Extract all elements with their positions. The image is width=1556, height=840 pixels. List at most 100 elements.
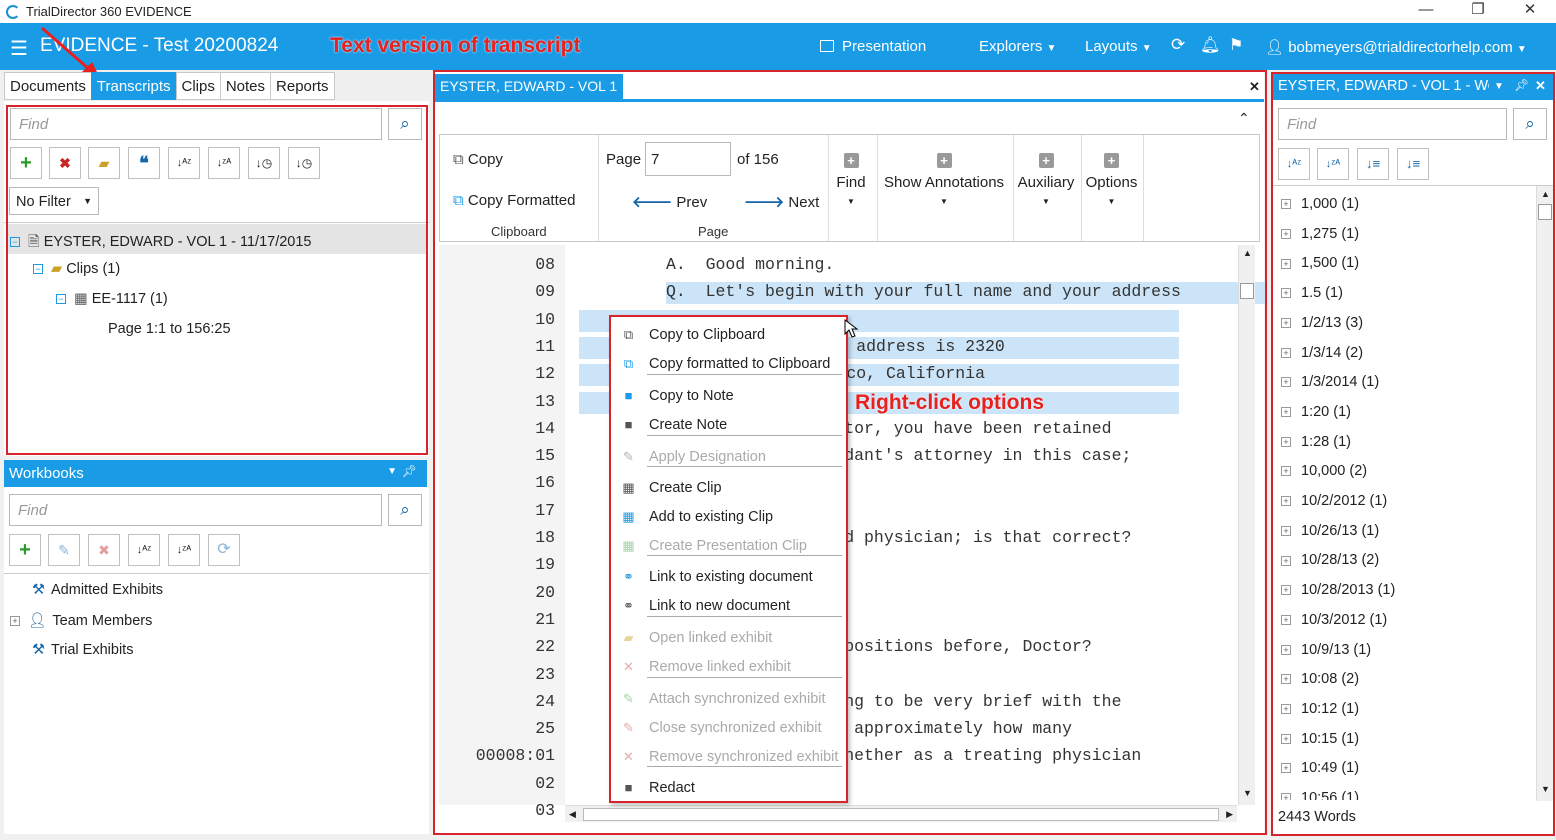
- expand-icon[interactable]: +: [1281, 496, 1291, 507]
- expand-icon[interactable]: +: [1281, 763, 1291, 774]
- prev-page-button[interactable]: 🡐 Prev: [632, 192, 707, 211]
- sort-date-desc-icon[interactable]: ↓◷: [288, 147, 320, 179]
- transcripts-search-input[interactable]: Find: [10, 108, 382, 140]
- scroll-thumb[interactable]: [583, 808, 1219, 821]
- word-item[interactable]: +1/2/13 (3): [1281, 315, 1363, 331]
- add-icon[interactable]: +: [9, 534, 41, 566]
- scroll-thumb[interactable]: [1538, 204, 1552, 220]
- context-menu-item[interactable]: ⧉ Copy to Clipboard: [611, 321, 846, 349]
- collapse-icon[interactable]: −: [33, 264, 43, 275]
- context-menu-item[interactable]: ⚭ Link to existing document: [611, 563, 846, 591]
- caret-down-icon[interactable]: ▼: [387, 466, 397, 477]
- edit-icon[interactable]: ✎: [48, 534, 80, 566]
- expand-icon[interactable]: +: [1281, 614, 1291, 625]
- auxiliary-button[interactable]: + Auxiliary ▼: [1016, 153, 1076, 208]
- close-tab-icon[interactable]: ✕: [1249, 79, 1260, 95]
- collapse-ribbon-icon[interactable]: ⌃: [1238, 110, 1250, 127]
- page-number-input[interactable]: 7: [645, 142, 731, 176]
- workbook-item[interactable]: + 👤︎ Team Members: [10, 612, 152, 629]
- expand-icon[interactable]: +: [1281, 704, 1291, 715]
- open-folder-icon[interactable]: ▰: [88, 147, 120, 179]
- find-button[interactable]: + Find ▼: [836, 153, 866, 208]
- tab-documents[interactable]: Documents: [4, 72, 92, 100]
- word-item[interactable]: +1/3/2014 (1): [1281, 374, 1379, 390]
- expand-icon[interactable]: +: [1281, 377, 1291, 388]
- restore-button[interactable]: ❐: [1452, 0, 1504, 23]
- bell-icon[interactable]: 🔔︎: [1200, 35, 1220, 55]
- workbook-item[interactable]: ⚒ Trial Exhibits: [32, 642, 133, 658]
- scroll-up-icon[interactable]: ▲: [1541, 189, 1550, 199]
- word-item[interactable]: +1,500 (1): [1281, 255, 1359, 271]
- word-item[interactable]: +10/28/13 (2): [1281, 552, 1379, 568]
- delete-icon[interactable]: ✖: [49, 147, 81, 179]
- expand-icon[interactable]: +: [1281, 525, 1291, 536]
- word-item[interactable]: +10,000 (2): [1281, 463, 1367, 479]
- tree-clips-folder[interactable]: − ▰ Clips (1): [33, 261, 120, 277]
- expand-icon[interactable]: +: [1281, 317, 1291, 328]
- word-item[interactable]: +1:28 (1): [1281, 434, 1351, 450]
- expand-icon[interactable]: +: [1281, 555, 1291, 566]
- word-item[interactable]: +10/9/13 (1): [1281, 642, 1371, 658]
- tab-transcripts[interactable]: Transcripts: [90, 72, 177, 100]
- word-list-scrollbar[interactable]: ▲ ▼: [1536, 186, 1553, 801]
- context-menu-item[interactable]: ▦ Create Clip: [611, 474, 846, 502]
- expand-icon[interactable]: +: [1281, 228, 1291, 239]
- scroll-left-icon[interactable]: ◀: [569, 809, 576, 820]
- sort-date-asc-icon[interactable]: ↓◷: [248, 147, 280, 179]
- sort-az-icon[interactable]: ↓ᴬᶻ: [1278, 148, 1310, 180]
- presentation-button[interactable]: Presentation: [820, 38, 926, 55]
- scroll-up-icon[interactable]: ▲: [1243, 248, 1252, 258]
- collapse-icon[interactable]: −: [56, 294, 66, 305]
- transcript-line[interactable]: 09 Q. Let's begin with your full name and…: [439, 277, 1266, 305]
- workbook-item[interactable]: ⚒ Admitted Exhibits: [32, 582, 163, 598]
- scroll-right-icon[interactable]: ▶: [1226, 809, 1233, 820]
- word-item[interactable]: +10/26/13 (1): [1281, 523, 1379, 539]
- copy-formatted-button[interactable]: ⧉ Copy Formatted: [453, 192, 575, 209]
- context-menu-item[interactable]: ■ Copy to Note: [611, 382, 846, 410]
- layouts-menu[interactable]: Layouts ▼: [1085, 38, 1152, 55]
- context-menu-item[interactable]: ▦ Add to existing Clip: [611, 503, 846, 531]
- word-item[interactable]: +10:08 (2): [1281, 671, 1359, 687]
- sort-za-icon[interactable]: ↓ᶻᴬ: [208, 147, 240, 179]
- word-item[interactable]: +10:56 (1): [1281, 790, 1359, 800]
- context-menu-item[interactable]: ■ Redact: [611, 774, 846, 802]
- expand-icon[interactable]: +: [10, 616, 20, 627]
- hamburger-menu-icon[interactable]: ☰: [10, 36, 28, 61]
- close-window-button[interactable]: ✕: [1504, 0, 1556, 23]
- sort-count-asc-icon[interactable]: ↓≡: [1397, 148, 1429, 180]
- quote-icon[interactable]: ❝: [128, 147, 160, 179]
- word-item[interactable]: +1:20 (1): [1281, 404, 1351, 420]
- word-item[interactable]: +10:12 (1): [1281, 701, 1359, 717]
- refresh-icon[interactable]: ⟳: [1171, 35, 1185, 55]
- options-button[interactable]: + Options ▼: [1083, 153, 1140, 208]
- refresh-icon[interactable]: ⟳: [208, 534, 240, 566]
- transcript-line[interactable]: 08 A. Good morning.: [439, 250, 1237, 277]
- word-item[interactable]: +1,000 (1): [1281, 196, 1359, 212]
- filter-dropdown[interactable]: No Filter ▼: [9, 187, 99, 215]
- flag-icon[interactable]: ⚑: [1229, 35, 1243, 55]
- search-icon[interactable]: ⌕: [388, 108, 422, 140]
- expand-icon[interactable]: +: [1281, 347, 1291, 358]
- tree-clip-item[interactable]: − ▦ EE-1117 (1): [56, 291, 168, 307]
- scroll-thumb[interactable]: [1240, 283, 1254, 299]
- copy-button[interactable]: ⧉ Copy: [453, 151, 503, 168]
- transcript-scrollbar[interactable]: ▲ ▼: [1238, 245, 1255, 805]
- expand-icon[interactable]: +: [1281, 733, 1291, 744]
- word-item[interactable]: +10/2/2012 (1): [1281, 493, 1387, 509]
- collapse-icon[interactable]: −: [10, 237, 20, 248]
- tab-clips[interactable]: Clips: [175, 72, 221, 100]
- expand-icon[interactable]: +: [1281, 288, 1291, 299]
- workbooks-search-input[interactable]: Find: [9, 494, 382, 526]
- word-search-input[interactable]: Find: [1278, 108, 1507, 140]
- expand-icon[interactable]: +: [1281, 407, 1291, 418]
- viewer-tab[interactable]: EYSTER, EDWARD - VOL 1: [434, 74, 624, 100]
- next-page-button[interactable]: 🡒 Next: [744, 192, 819, 211]
- close-panel-icon[interactable]: ✕: [1535, 78, 1546, 94]
- tree-transcript-item[interactable]: − 🗎︎ EYSTER, EDWARD - VOL 1 - 11/17/2015: [10, 231, 312, 256]
- tab-reports[interactable]: Reports: [270, 72, 335, 100]
- expand-icon[interactable]: +: [1281, 793, 1291, 800]
- expand-icon[interactable]: +: [1281, 466, 1291, 477]
- explorers-menu[interactable]: Explorers ▼: [979, 38, 1056, 55]
- minimize-button[interactable]: —: [1400, 0, 1452, 23]
- pin-icon[interactable]: 📌︎: [1514, 78, 1529, 92]
